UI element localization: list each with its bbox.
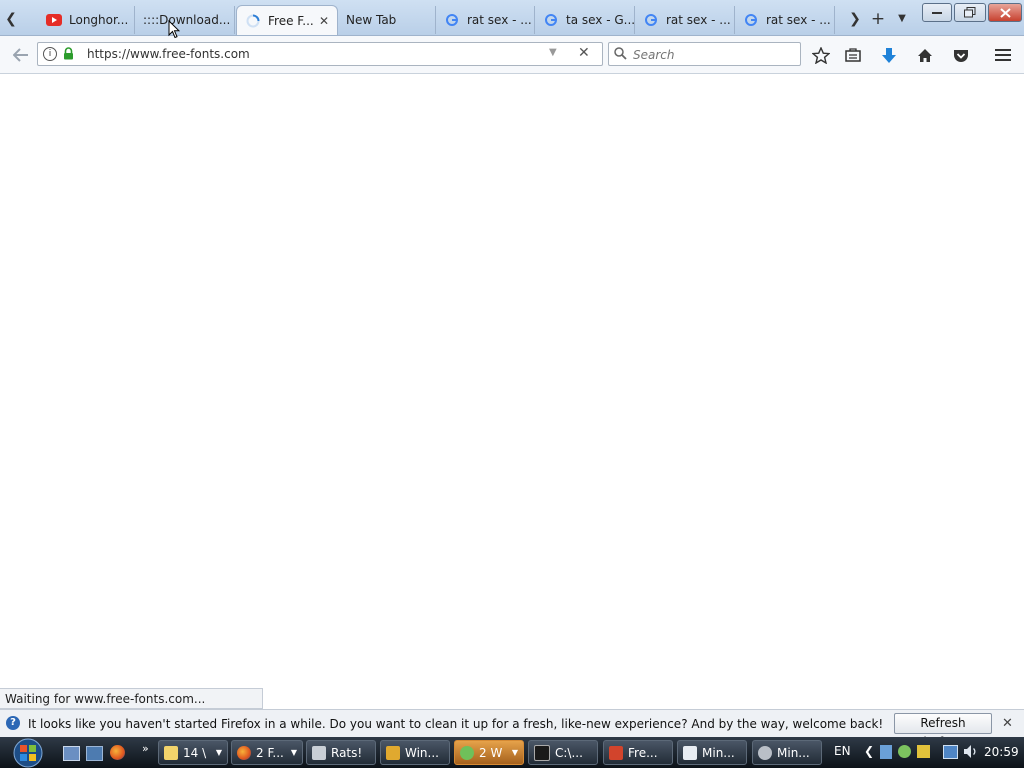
- scroll-tabs-right-button[interactable]: ❯: [846, 8, 864, 30]
- tab-title: ta sex - G...: [566, 13, 635, 27]
- tab-1[interactable]: Longhor...: [38, 6, 135, 34]
- bookmark-star-icon[interactable]: [812, 46, 830, 64]
- firefox-icon: [237, 745, 251, 760]
- tab-title: Longhor...: [69, 13, 129, 27]
- tray-expand-icon[interactable]: ❮: [864, 744, 874, 758]
- restore-button[interactable]: [954, 3, 986, 22]
- messenger-icon: [460, 745, 474, 760]
- media-player-icon: [386, 745, 400, 760]
- search-bar[interactable]: [608, 42, 801, 66]
- tab-7[interactable]: rat sex - ...: [635, 6, 735, 34]
- image-viewer-icon: [312, 745, 326, 760]
- downloads-icon[interactable]: [880, 46, 898, 64]
- tray-volume-icon[interactable]: [963, 744, 979, 762]
- menu-hamburger-icon[interactable]: [994, 46, 1012, 64]
- switch-windows-icon[interactable]: [86, 746, 103, 761]
- start-button[interactable]: [8, 737, 48, 768]
- tab-6[interactable]: ta sex - G...: [535, 6, 635, 34]
- dropdown-arrow-icon[interactable]: ▼: [549, 47, 557, 58]
- tab-title: rat sex - ...: [666, 13, 731, 27]
- scroll-tabs-left-button[interactable]: ❮: [2, 8, 20, 30]
- tab-title: ::::Download...: [143, 13, 231, 27]
- taskbar-item-folders[interactable]: 14 \ ▼: [158, 740, 228, 765]
- taskbar-item-fonts[interactable]: Fre...: [603, 740, 673, 765]
- status-panel: Waiting for www.free-fonts.com...: [0, 688, 263, 709]
- url-text: https://www.free-fonts.com: [87, 47, 250, 61]
- windows-taskbar: » 14 \ ▼ 2 F... ▼ Rats! Win... 2 W ▼ C:\…: [0, 737, 1024, 768]
- command-prompt-icon: [534, 744, 550, 761]
- refresh-firefox-button[interactable]: Refresh Firefox...: [894, 713, 992, 749]
- gear-icon: [758, 745, 772, 760]
- window-app-icon: [609, 745, 623, 760]
- taskbar-item-cmd[interactable]: C:\...: [528, 740, 598, 765]
- status-text: Waiting for www.free-fonts.com...: [5, 692, 206, 706]
- search-input[interactable]: [631, 45, 795, 65]
- taskbar-item-firefox[interactable]: 2 F... ▼: [231, 740, 303, 765]
- youtube-icon: [46, 12, 62, 28]
- taskbar-item-settings[interactable]: Min...: [752, 740, 822, 765]
- tray-messenger-icon[interactable]: [898, 745, 911, 758]
- loading-spinner-icon: [245, 13, 261, 29]
- page-content-area[interactable]: [0, 74, 1024, 709]
- tab-5[interactable]: rat sex - ...: [436, 6, 535, 34]
- group-arrow-icon: ▼: [215, 748, 222, 757]
- tab-strip: ❮ Longhor... ::::Download... Free F... ✕…: [0, 0, 1024, 36]
- tab-title: rat sex - ...: [467, 13, 532, 27]
- tab-active[interactable]: Free F... ✕: [236, 5, 338, 35]
- tab-2[interactable]: ::::Download...: [135, 6, 235, 34]
- back-button[interactable]: [11, 46, 31, 64]
- question-icon: ?: [6, 716, 20, 730]
- show-desktop-icon[interactable]: [63, 746, 80, 761]
- google-icon: [643, 12, 659, 28]
- taskbar-item-rats[interactable]: Rats!: [306, 740, 376, 765]
- clock[interactable]: 20:59: [984, 745, 1019, 759]
- tab-title: New Tab: [346, 13, 397, 27]
- pocket-icon[interactable]: [952, 46, 970, 64]
- close-tab-icon[interactable]: ✕: [319, 14, 329, 28]
- tab-4[interactable]: New Tab: [338, 6, 436, 34]
- taskbar-item-messenger[interactable]: 2 W ▼: [454, 740, 524, 765]
- new-tab-button[interactable]: +: [869, 8, 887, 30]
- tab-title: rat sex - ...: [766, 13, 831, 27]
- site-info-icon[interactable]: i: [43, 47, 57, 61]
- stop-loading-button[interactable]: ✕: [578, 45, 590, 61]
- lock-icon: [63, 47, 74, 63]
- home-icon[interactable]: [916, 46, 934, 64]
- google-icon: [444, 12, 460, 28]
- tab-title: Free F...: [268, 13, 314, 28]
- minimize-button[interactable]: [922, 3, 952, 22]
- navigation-toolbar: i https://www.free-fonts.com ▼ ✕: [0, 36, 1024, 74]
- notification-text: It looks like you haven't started Firefo…: [28, 717, 884, 731]
- quicklaunch-more-icon[interactable]: »: [142, 742, 149, 755]
- firefox-quicklaunch-icon[interactable]: [110, 745, 125, 760]
- taskbar-item-media[interactable]: Win...: [380, 740, 450, 765]
- group-arrow-icon: ▼: [290, 748, 297, 757]
- tab-8[interactable]: rat sex - ...: [735, 6, 835, 34]
- bookmarks-menu-icon[interactable]: [844, 46, 862, 64]
- google-icon: [743, 12, 759, 28]
- tray-network-icon[interactable]: [880, 745, 892, 759]
- search-icon: [614, 47, 627, 63]
- list-all-tabs-button[interactable]: ▼: [893, 8, 911, 30]
- tray-security-icon[interactable]: [917, 745, 930, 758]
- folder-icon: [164, 745, 178, 760]
- google-icon: [543, 12, 559, 28]
- document-icon: [683, 745, 697, 760]
- language-indicator[interactable]: EN: [834, 744, 851, 758]
- mouse-cursor-icon: [168, 19, 181, 42]
- url-bar[interactable]: i https://www.free-fonts.com ▼ ✕: [37, 42, 603, 66]
- taskbar-item-document[interactable]: Min...: [677, 740, 747, 765]
- tray-monitor-icon[interactable]: [943, 745, 958, 759]
- close-notification-icon[interactable]: ✕: [1002, 716, 1013, 731]
- notification-bar: ? It looks like you haven't started Fire…: [0, 709, 1024, 749]
- group-arrow-icon: ▼: [511, 748, 518, 757]
- close-window-button[interactable]: [988, 3, 1022, 22]
